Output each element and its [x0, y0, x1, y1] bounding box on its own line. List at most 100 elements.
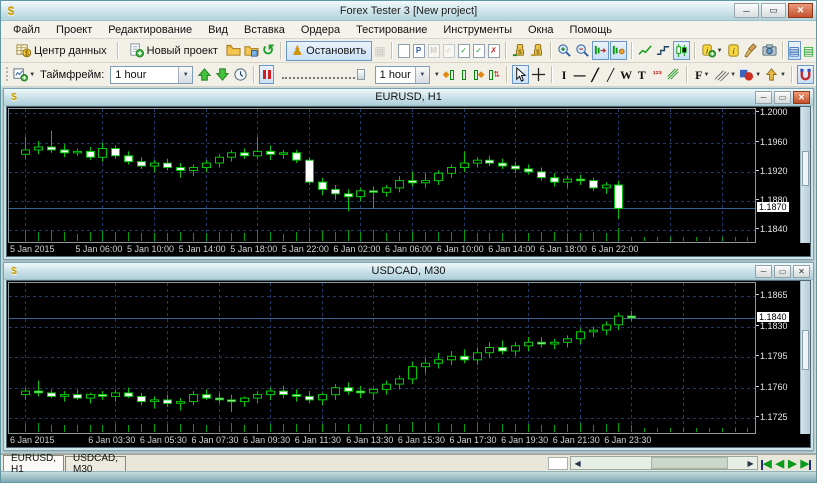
- menu-item-testing[interactable]: Тестирование: [348, 23, 435, 37]
- chart-tab-eurusd-h1[interactable]: EURUSD, H1: [3, 453, 65, 475]
- new-project-button[interactable]: Новый проект: [123, 41, 224, 61]
- vline-icon[interactable]: I: [557, 65, 572, 84]
- chart-canvas[interactable]: [9, 283, 755, 433]
- data-window-icon[interactable]: ▤: [787, 41, 801, 60]
- menu-item-view[interactable]: Вид: [200, 23, 236, 37]
- scrollbar-track[interactable]: [584, 457, 744, 469]
- step-forward-icon[interactable]: ▦: [373, 41, 386, 60]
- pause-button[interactable]: [259, 65, 274, 84]
- withdraw-icon[interactable]: $: [529, 41, 546, 60]
- scroll-right-icon[interactable]: ▶: [744, 459, 757, 468]
- screenshot-icon[interactable]: [761, 41, 778, 60]
- open-project-icon[interactable]: [225, 41, 242, 60]
- step-candle-icon[interactable]: [456, 65, 471, 84]
- clock-icon[interactable]: [232, 65, 249, 84]
- cursor-icon[interactable]: [511, 65, 529, 84]
- symbol-list-icon[interactable]: ▤: [802, 41, 815, 60]
- speed-slider[interactable]: [280, 67, 367, 83]
- new-chart-icon[interactable]: ▼: [12, 65, 36, 84]
- scrollbar-thumb[interactable]: [802, 329, 809, 370]
- channels-icon[interactable]: ▼: [713, 65, 737, 84]
- chart-maximize-button[interactable]: ▭: [774, 264, 791, 278]
- step-chart-icon[interactable]: [655, 41, 672, 60]
- chart-close-button[interactable]: ✕: [793, 264, 810, 278]
- maximize-button[interactable]: ▭: [761, 3, 786, 18]
- line-chart-icon[interactable]: [637, 41, 654, 60]
- strategy-check-icon[interactable]: ✓: [442, 41, 456, 60]
- chart-window-eurusd-h1[interactable]: $ EURUSD, H1 ─ ▭ ✕ 1.2000 1.1960 1.1920 1.1…: [3, 88, 814, 260]
- stop-test-button[interactable]: ♟ Остановить: [285, 40, 373, 61]
- menu-item-help[interactable]: Помощь: [562, 23, 621, 37]
- vertical-scrollbar[interactable]: [800, 281, 810, 434]
- slider-thumb[interactable]: [356, 68, 365, 80]
- menu-item-project[interactable]: Проект: [48, 23, 100, 37]
- close-button[interactable]: ✕: [788, 3, 813, 18]
- restart-icon[interactable]: ↺: [261, 41, 276, 60]
- scroll-left-icon[interactable]: ◀: [571, 459, 584, 468]
- timeframe-up-icon[interactable]: [196, 65, 213, 84]
- prev-tab-button[interactable]: ◀: [776, 459, 784, 470]
- chart-minimize-button[interactable]: ─: [755, 264, 772, 278]
- chart-shift-icon[interactable]: [609, 41, 627, 60]
- shapes-icon[interactable]: ▼: [738, 65, 762, 84]
- chart-window-titlebar[interactable]: $ EURUSD, H1 ─ ▭ ✕: [4, 89, 813, 106]
- menu-item-windows[interactable]: Окна: [520, 23, 562, 37]
- chart-close-button[interactable]: ✕: [793, 90, 810, 104]
- timeframe-select[interactable]: 1 hour ▼: [110, 65, 194, 84]
- toolbar-grip[interactable]: [6, 66, 9, 83]
- strategy-x-icon[interactable]: ✗: [487, 41, 501, 60]
- fibo-group-icon[interactable]: F ▼: [692, 65, 712, 84]
- first-tab-button[interactable]: ◀: [761, 459, 772, 470]
- trendline-icon[interactable]: ╱: [588, 65, 603, 84]
- hline-icon[interactable]: —: [572, 65, 587, 84]
- window-titlebar[interactable]: $ Forex Tester 3 [New project] ─ ▭ ✕: [1, 1, 816, 21]
- scrollbar-thumb[interactable]: [651, 457, 729, 469]
- menu-item-file[interactable]: Файл: [5, 23, 48, 37]
- elliott-icon[interactable]: [665, 65, 682, 84]
- new-strategy-icon[interactable]: [397, 41, 411, 60]
- data-center-button[interactable]: $ Центр данных: [10, 41, 113, 61]
- menu-item-edit[interactable]: Редактирование: [100, 23, 200, 37]
- crosshair-icon[interactable]: [530, 65, 547, 84]
- zoom-in-icon[interactable]: [556, 41, 573, 60]
- chart-plot-area[interactable]: [8, 108, 756, 243]
- strategy-check3-icon[interactable]: ✓: [472, 41, 486, 60]
- timeframe-down-icon[interactable]: [214, 65, 231, 84]
- magnet-icon[interactable]: [797, 65, 814, 84]
- scrollbar-thumb[interactable]: [802, 150, 809, 186]
- chart-tab-usdcad-m30[interactable]: USDCAD, M30: [65, 453, 127, 475]
- chart-window-titlebar[interactable]: $ USDCAD, M30 ─ ▭ ✕: [4, 263, 813, 280]
- menu-item-orders[interactable]: Ордера: [293, 23, 348, 37]
- fibo-icon[interactable]: ¹²³: [650, 65, 665, 84]
- last-tab-button[interactable]: ▶: [801, 459, 811, 470]
- indicator-info-icon[interactable]: i: [725, 41, 742, 60]
- next-tab-button[interactable]: ▶: [788, 459, 796, 470]
- horizontal-scrollbar[interactable]: ◀ ▶: [570, 456, 759, 470]
- deposit-icon[interactable]: $: [511, 41, 528, 60]
- menu-item-tools[interactable]: Инструменты: [435, 23, 520, 37]
- wave-mark-icon[interactable]: W: [619, 65, 634, 84]
- strategy-p-icon[interactable]: P: [412, 41, 426, 60]
- arrows-icon[interactable]: ▼: [763, 65, 787, 84]
- text-tool-icon[interactable]: T: [634, 65, 649, 84]
- clear-icon[interactable]: [743, 41, 760, 60]
- step-forward-candle-icon[interactable]: ◆: [472, 65, 487, 84]
- candle-chart-icon[interactable]: [672, 41, 690, 60]
- strategy-check2-icon[interactable]: ✓: [457, 41, 471, 60]
- menu-item-insert[interactable]: Вставка: [236, 23, 293, 37]
- vertical-scrollbar[interactable]: [800, 107, 810, 243]
- chart-canvas[interactable]: [9, 109, 755, 242]
- chart-minimize-button[interactable]: ─: [755, 90, 772, 104]
- speed-select[interactable]: 1 hour ▼: [374, 65, 430, 84]
- minimize-button[interactable]: ─: [734, 3, 759, 18]
- step-tick-icon[interactable]: ⇅: [487, 65, 502, 84]
- zoom-out-icon[interactable]: [574, 41, 591, 60]
- autoscroll-icon[interactable]: [591, 41, 609, 60]
- chart-plot-area[interactable]: [8, 282, 756, 434]
- chart-window-usdcad-m30[interactable]: $ USDCAD, M30 ─ ▭ ✕ 1.1865 1.1830 1.1795 1.…: [3, 262, 814, 451]
- add-indicator-icon[interactable]: i ▼: [700, 41, 724, 60]
- chevron-down-icon[interactable]: ▼: [434, 72, 440, 78]
- chart-maximize-button[interactable]: ▭: [774, 90, 791, 104]
- save-project-icon[interactable]: [243, 41, 260, 60]
- step-back-candle-icon[interactable]: ◆: [441, 65, 456, 84]
